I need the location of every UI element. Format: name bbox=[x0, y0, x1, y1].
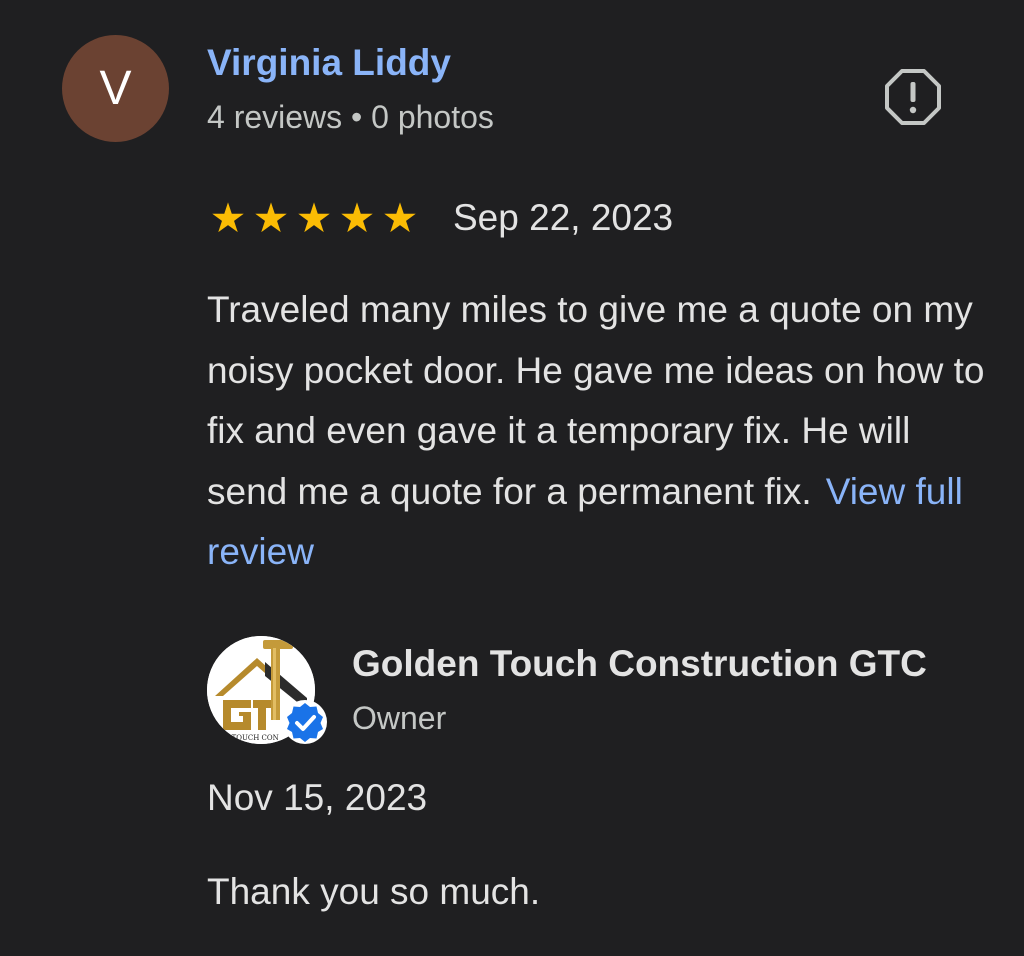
star-icon: ★ bbox=[295, 193, 333, 242]
report-flag-icon[interactable] bbox=[884, 68, 942, 126]
logo-caption: N TOUCH CON bbox=[223, 734, 279, 742]
reviewer-avatar[interactable]: V bbox=[62, 35, 169, 142]
reviewer-name[interactable]: Virginia Liddy bbox=[207, 42, 451, 84]
rating-row: ★ ★ ★ ★ ★ Sep 22, 2023 bbox=[207, 193, 674, 243]
owner-role: Owner bbox=[352, 700, 447, 736]
star-icon: ★ bbox=[252, 193, 290, 242]
verified-badge-icon bbox=[283, 700, 327, 744]
avatar-initial: V bbox=[99, 61, 132, 115]
review-text: Traveled many miles to give me a quote o… bbox=[207, 280, 987, 583]
reply-text: Thank you so much. bbox=[207, 871, 541, 912]
reviewer-meta: 4 reviews • 0 photos bbox=[207, 99, 494, 135]
star-icon: ★ bbox=[381, 193, 419, 242]
review-date: Sep 22, 2023 bbox=[453, 197, 674, 238]
star-icon: ★ bbox=[209, 193, 247, 242]
reply-date: Nov 15, 2023 bbox=[207, 777, 428, 818]
owner-name: Golden Touch Construction GTC bbox=[352, 643, 927, 684]
star-rating: ★ ★ ★ ★ ★ bbox=[207, 193, 421, 242]
star-icon: ★ bbox=[338, 193, 376, 242]
